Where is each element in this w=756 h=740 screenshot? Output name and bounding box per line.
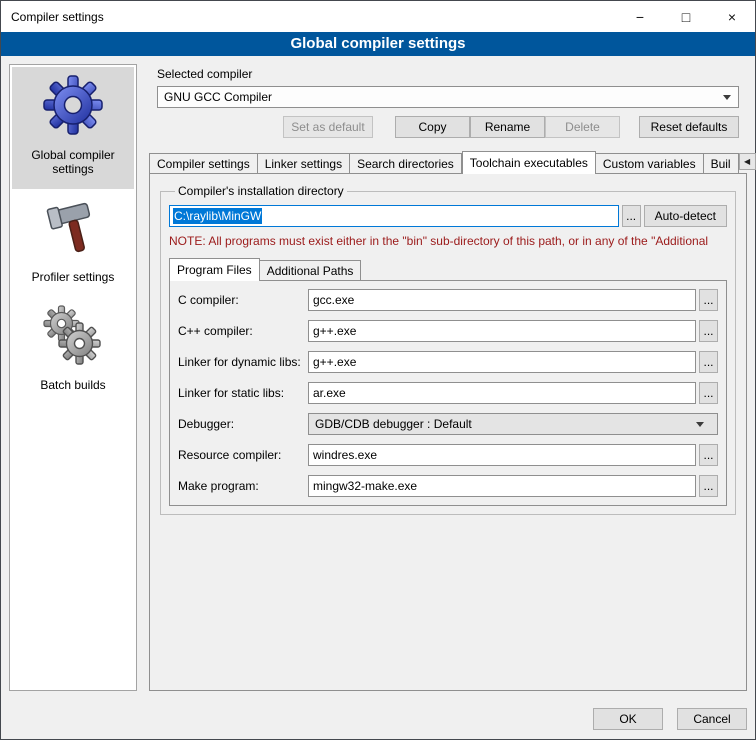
set-as-default-button: Set as default xyxy=(283,116,373,138)
sidebar-item-global-compiler-settings[interactable]: Global compiler settings xyxy=(12,67,134,189)
tab-linker-settings[interactable]: Linker settings xyxy=(258,153,350,173)
static-linker-row: Linker for static libs: ... xyxy=(178,382,718,404)
selected-compiler-label: Selected compiler xyxy=(157,67,739,81)
copy-button[interactable]: Copy xyxy=(395,116,470,138)
maximize-button[interactable]: □ xyxy=(663,1,709,32)
tab-scroll-arrows: ◀ ▶ xyxy=(739,153,756,173)
tab-custom-variables[interactable]: Custom variables xyxy=(596,153,704,173)
rename-button[interactable]: Rename xyxy=(470,116,545,138)
make-program-input[interactable] xyxy=(308,475,696,497)
dynamic-linker-row: Linker for dynamic libs: ... xyxy=(178,351,718,373)
installation-directory-legend: Compiler's installation directory xyxy=(175,184,347,198)
sidebar-item-label: Profiler settings xyxy=(32,270,115,284)
resource-compiler-input[interactable] xyxy=(308,444,696,466)
installation-directory-groupbox: Compiler's installation directory C:\ray… xyxy=(160,184,736,515)
profiler-hammer-icon xyxy=(41,195,105,259)
ok-button[interactable]: OK xyxy=(593,708,663,730)
installation-directory-row: C:\raylib\MinGW ... Auto-detect xyxy=(169,205,727,227)
programs-note: NOTE: All programs must exist either in … xyxy=(169,234,727,248)
installation-directory-input[interactable]: C:\raylib\MinGW xyxy=(169,205,619,227)
make-program-label: Make program: xyxy=(178,479,308,493)
resource-compiler-label: Resource compiler: xyxy=(178,448,308,462)
dialog-footer: OK Cancel xyxy=(1,699,755,739)
delete-button: Delete xyxy=(545,116,620,138)
program-files-panel: C compiler: ... C++ compiler: ... Linker… xyxy=(169,280,727,506)
blue-gear-icon xyxy=(41,73,105,137)
make-program-browse-button[interactable]: ... xyxy=(699,475,718,497)
window-controls: − □ × xyxy=(617,1,755,32)
tab-program-files[interactable]: Program Files xyxy=(169,258,260,281)
sidebar-item-label: Global compiler settings xyxy=(14,148,132,176)
make-program-row: Make program: ... xyxy=(178,475,718,497)
dynamic-linker-browse-button[interactable]: ... xyxy=(699,351,718,373)
minimize-button[interactable]: − xyxy=(617,1,663,32)
tab-compiler-settings[interactable]: Compiler settings xyxy=(149,153,258,173)
sidebar-item-label: Batch builds xyxy=(40,378,105,392)
titlebar: Compiler settings − □ × xyxy=(1,1,755,32)
static-linker-label: Linker for static libs: xyxy=(178,386,308,400)
cpp-compiler-row: C++ compiler: ... xyxy=(178,320,718,342)
gray-gears-icon xyxy=(41,303,105,367)
tab-search-directories[interactable]: Search directories xyxy=(350,153,462,173)
close-button[interactable]: × xyxy=(709,1,755,32)
installation-directory-selected-text: C:\raylib\MinGW xyxy=(173,208,262,224)
toolchain-executables-panel: Compiler's installation directory C:\ray… xyxy=(149,173,747,691)
cancel-button[interactable]: Cancel xyxy=(677,708,747,730)
selected-compiler-combobox[interactable]: GNU GCC Compiler xyxy=(157,86,739,108)
debugger-value: GDB/CDB debugger : Default xyxy=(315,417,472,431)
static-linker-browse-button[interactable]: ... xyxy=(699,382,718,404)
tab-additional-paths[interactable]: Additional Paths xyxy=(260,260,362,280)
window-title: Compiler settings xyxy=(1,10,104,24)
sidebar-item-profiler-settings[interactable]: Profiler settings xyxy=(12,189,134,297)
program-files-tabstrip: Program Files Additional Paths xyxy=(169,258,727,280)
settings-sidebar: Global compiler settings Profiler settin… xyxy=(9,64,137,691)
tab-scroll-left-icon[interactable]: ◀ xyxy=(739,153,756,170)
dialog-body: Global compiler settings Profiler settin… xyxy=(1,56,755,699)
main-area: Selected compiler GNU GCC Compiler Set a… xyxy=(149,64,747,691)
chevron-down-icon xyxy=(696,422,704,427)
resource-compiler-browse-button[interactable]: ... xyxy=(699,444,718,466)
c-compiler-input[interactable] xyxy=(308,289,696,311)
chevron-down-icon xyxy=(723,95,731,100)
reset-defaults-button[interactable]: Reset defaults xyxy=(639,116,739,138)
installation-directory-browse-button[interactable]: ... xyxy=(622,205,641,227)
resource-compiler-row: Resource compiler: ... xyxy=(178,444,718,466)
dynamic-linker-label: Linker for dynamic libs: xyxy=(178,355,308,369)
c-compiler-row: C compiler: ... xyxy=(178,289,718,311)
selected-compiler-value: GNU GCC Compiler xyxy=(164,90,272,104)
compiler-buttons-row: Set as default Copy Rename Delete Reset … xyxy=(157,116,739,138)
debugger-row: Debugger: GDB/CDB debugger : Default xyxy=(178,413,718,435)
settings-tabstrip: Compiler settings Linker settings Search… xyxy=(149,150,747,173)
debugger-label: Debugger: xyxy=(178,417,308,431)
c-compiler-browse-button[interactable]: ... xyxy=(699,289,718,311)
dynamic-linker-input[interactable] xyxy=(308,351,696,373)
sidebar-item-batch-builds[interactable]: Batch builds xyxy=(12,297,134,405)
c-compiler-label: C compiler: xyxy=(178,293,308,307)
cpp-compiler-input[interactable] xyxy=(308,320,696,342)
debugger-dropdown[interactable]: GDB/CDB debugger : Default xyxy=(308,413,718,435)
compiler-settings-window: Compiler settings − □ × Global compiler … xyxy=(0,0,756,740)
page-title: Global compiler settings xyxy=(1,32,755,56)
static-linker-input[interactable] xyxy=(308,382,696,404)
tab-build-options-truncated[interactable]: Buil xyxy=(704,153,739,173)
auto-detect-button[interactable]: Auto-detect xyxy=(644,205,727,227)
cpp-compiler-label: C++ compiler: xyxy=(178,324,308,338)
tab-toolchain-executables[interactable]: Toolchain executables xyxy=(462,151,596,174)
cpp-compiler-browse-button[interactable]: ... xyxy=(699,320,718,342)
